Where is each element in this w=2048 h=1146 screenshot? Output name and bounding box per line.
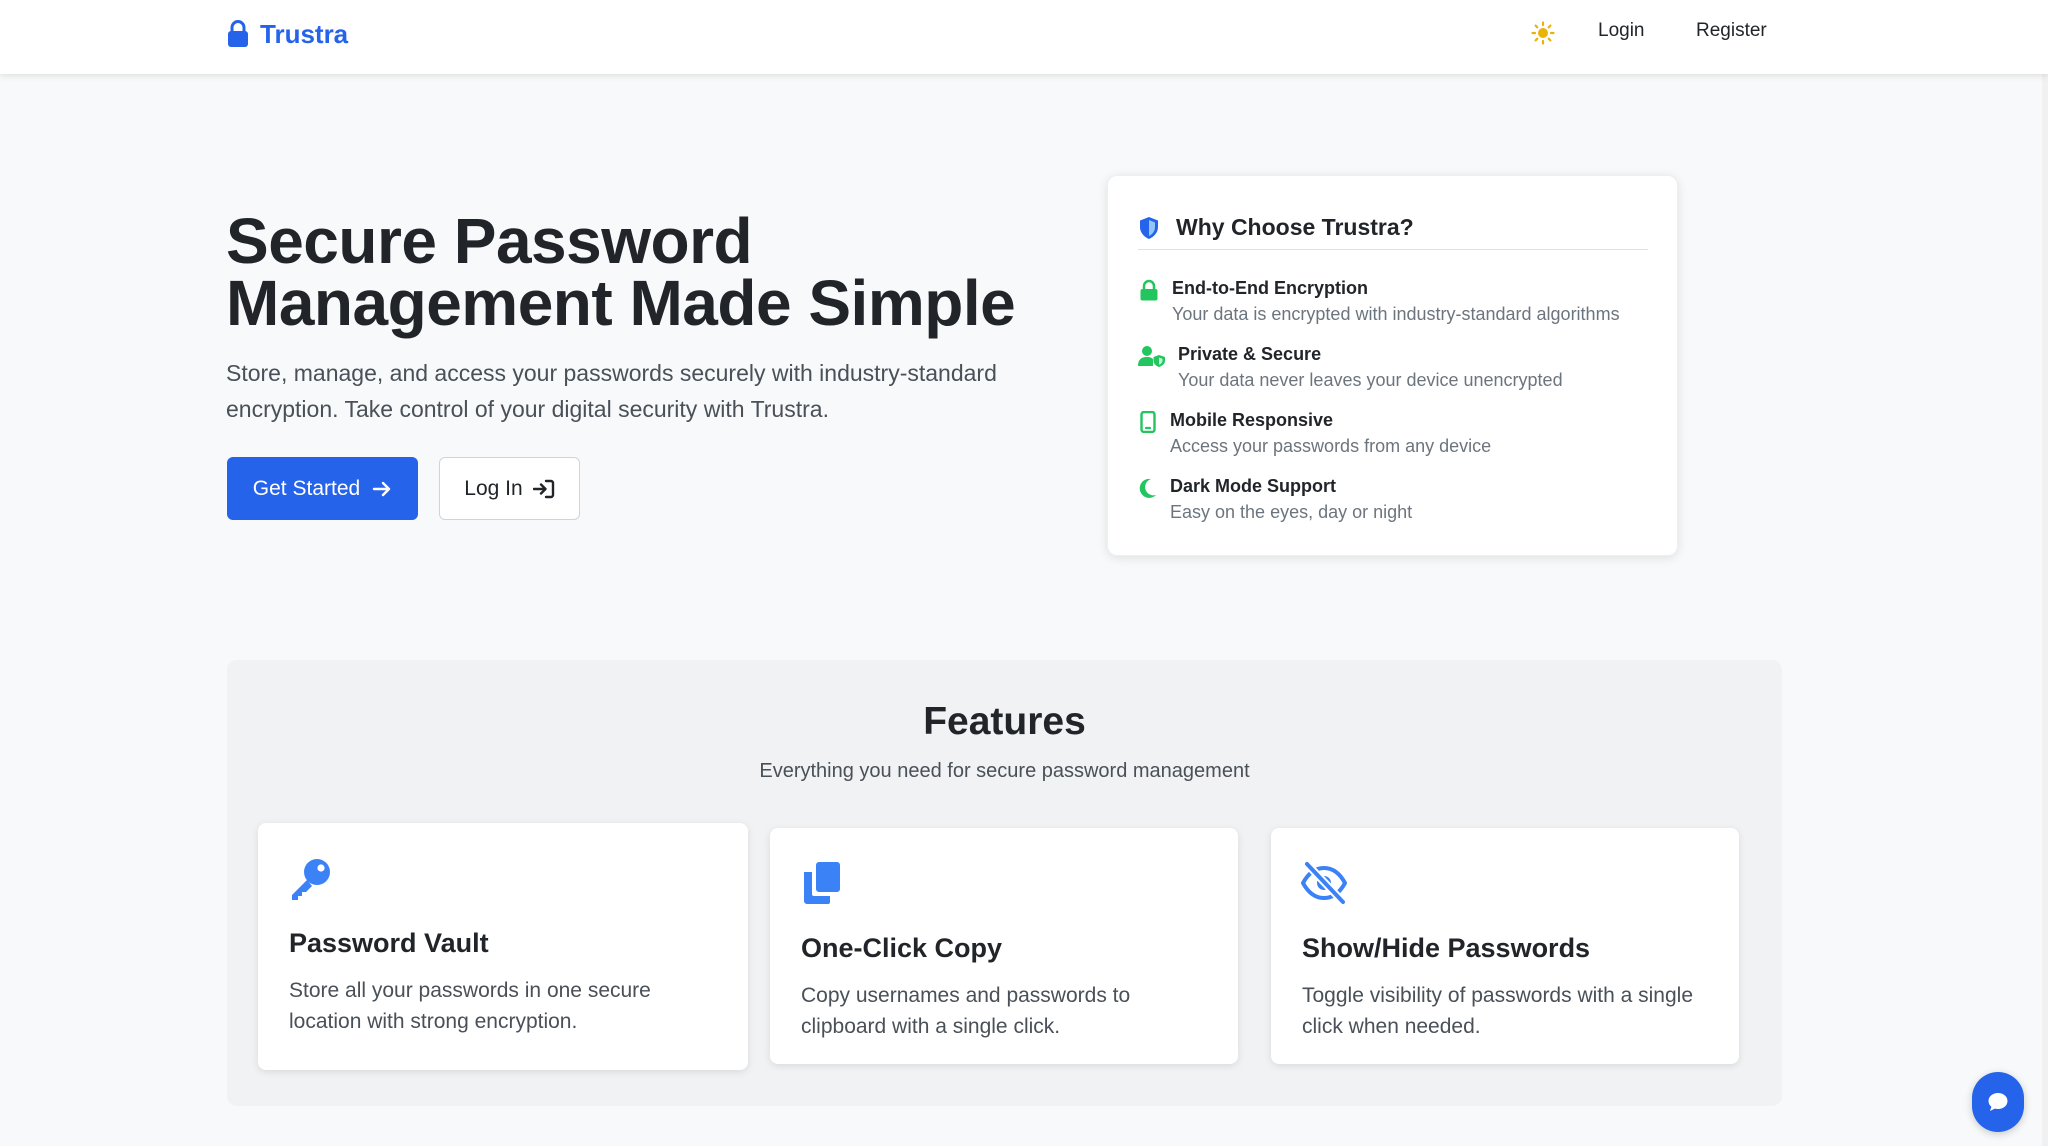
user-shield-icon	[1138, 346, 1165, 367]
why-item-desc: Easy on the eyes, day or night	[1170, 502, 1413, 522]
copy-icon	[804, 862, 840, 904]
feature-card-visibility: Show/Hide Passwords Toggle visibility of…	[1271, 828, 1739, 1064]
features-subtitle: Everything you need for secure password …	[759, 760, 1250, 782]
hero-subtitle: Store, manage, and access your passwords…	[226, 360, 997, 422]
log-in-label: Log In	[464, 476, 523, 500]
why-item-title: Dark Mode Support	[1170, 476, 1337, 496]
nav-register-link[interactable]: Register	[1696, 20, 1767, 42]
mobile-icon	[1140, 411, 1156, 433]
sun-icon	[1531, 21, 1555, 45]
moon-icon	[1139, 478, 1156, 498]
get-started-label: Get Started	[252, 476, 361, 500]
shield-icon	[1140, 216, 1158, 239]
key-icon	[292, 859, 330, 900]
why-choose-header: Why Choose Trustra?	[1138, 206, 1648, 250]
why-choose-card: Why Choose Trustra? End-to-End Encryptio…	[1107, 175, 1678, 556]
hero-title: Secure Password Management Made Simple	[226, 205, 1016, 339]
feature-title: Show/Hide Passwords	[1302, 933, 1591, 963]
why-item-encryption: End-to-End Encryption Your data is encry…	[1138, 276, 1620, 328]
get-started-button[interactable]: Get Started	[227, 457, 418, 520]
log-in-button[interactable]: Log In	[439, 457, 580, 520]
why-item-desc: Your data never leaves your device unenc…	[1178, 370, 1563, 390]
feature-card-copy: One-Click Copy Copy usernames and passwo…	[770, 828, 1238, 1064]
feature-title: Password Vault	[289, 928, 489, 958]
why-item-title: End-to-End Encryption	[1172, 278, 1368, 298]
lock-icon	[1140, 279, 1158, 301]
why-item-private: Private & Secure Your data never leaves …	[1138, 342, 1563, 394]
feature-desc: Store all your passwords in one secure l…	[289, 979, 651, 1033]
why-item-title: Mobile Responsive	[1170, 410, 1334, 430]
feature-title: One-Click Copy	[801, 933, 1003, 963]
feature-card-vault: Password Vault Store all your passwords …	[258, 823, 748, 1070]
arrow-right-icon	[372, 481, 391, 496]
why-item-desc: Your data is encrypted with industry-sta…	[1172, 304, 1620, 324]
chat-button[interactable]	[1972, 1072, 2024, 1132]
page-scrollbar[interactable]	[2042, 0, 2048, 1146]
why-item-title: Private & Secure	[1178, 344, 1322, 364]
nav-login-link[interactable]: Login	[1598, 20, 1645, 42]
theme-toggle-button[interactable]	[1528, 18, 1558, 48]
feature-desc: Copy usernames and passwords to clipboar…	[801, 984, 1131, 1038]
why-choose-title: Why Choose Trustra?	[1176, 214, 1414, 240]
feature-desc: Toggle visibility of passwords with a si…	[1302, 984, 1694, 1038]
why-item-mobile: Mobile Responsive Access your passwords …	[1138, 408, 1491, 460]
sign-in-icon	[532, 479, 554, 498]
brand-link[interactable]: Trustra	[226, 14, 348, 54]
why-item-darkmode: Dark Mode Support Easy on the eyes, day …	[1138, 474, 1412, 526]
features-title: Features	[923, 700, 1086, 743]
brand-name: Trustra	[260, 18, 349, 49]
eye-slash-icon	[1301, 860, 1347, 906]
features-section: Features Everything you need for secure …	[227, 660, 1782, 1106]
why-item-desc: Access your passwords from any device	[1170, 436, 1492, 456]
lock-icon	[228, 20, 248, 47]
navbar: Trustra Login Register	[0, 0, 2048, 74]
chat-bubble-icon	[1988, 1093, 2008, 1111]
